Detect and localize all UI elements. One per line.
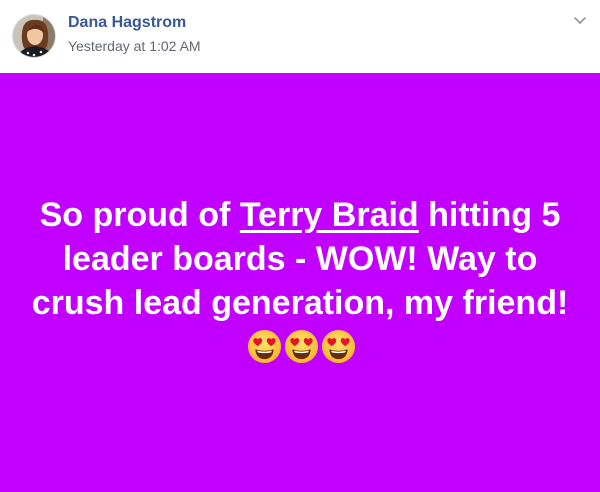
author-name[interactable]: Dana Hagstrom (68, 14, 186, 32)
mention-link[interactable]: Terry Braid (240, 196, 419, 234)
chevron-down-icon[interactable] (572, 12, 588, 28)
heart-eyes-emoji (284, 329, 319, 364)
avatar-photo (13, 15, 55, 57)
post-timestamp[interactable]: Yesterday at 1:02 AM (68, 38, 201, 54)
emoji-group (247, 329, 356, 364)
post-text-before: So proud of (39, 195, 240, 234)
post-background: So proud of Terry Braid hitting 5 leader… (0, 73, 600, 492)
heart-eyes-emoji (247, 329, 282, 364)
author-avatar[interactable] (12, 14, 56, 58)
facebook-post: Dana Hagstrom Yesterday at 1:02 AM So pr… (0, 0, 600, 492)
post-text: So proud of Terry Braid hitting 5 leader… (20, 193, 580, 369)
post-header: Dana Hagstrom Yesterday at 1:02 AM (0, 0, 600, 73)
heart-eyes-emoji (321, 329, 356, 364)
